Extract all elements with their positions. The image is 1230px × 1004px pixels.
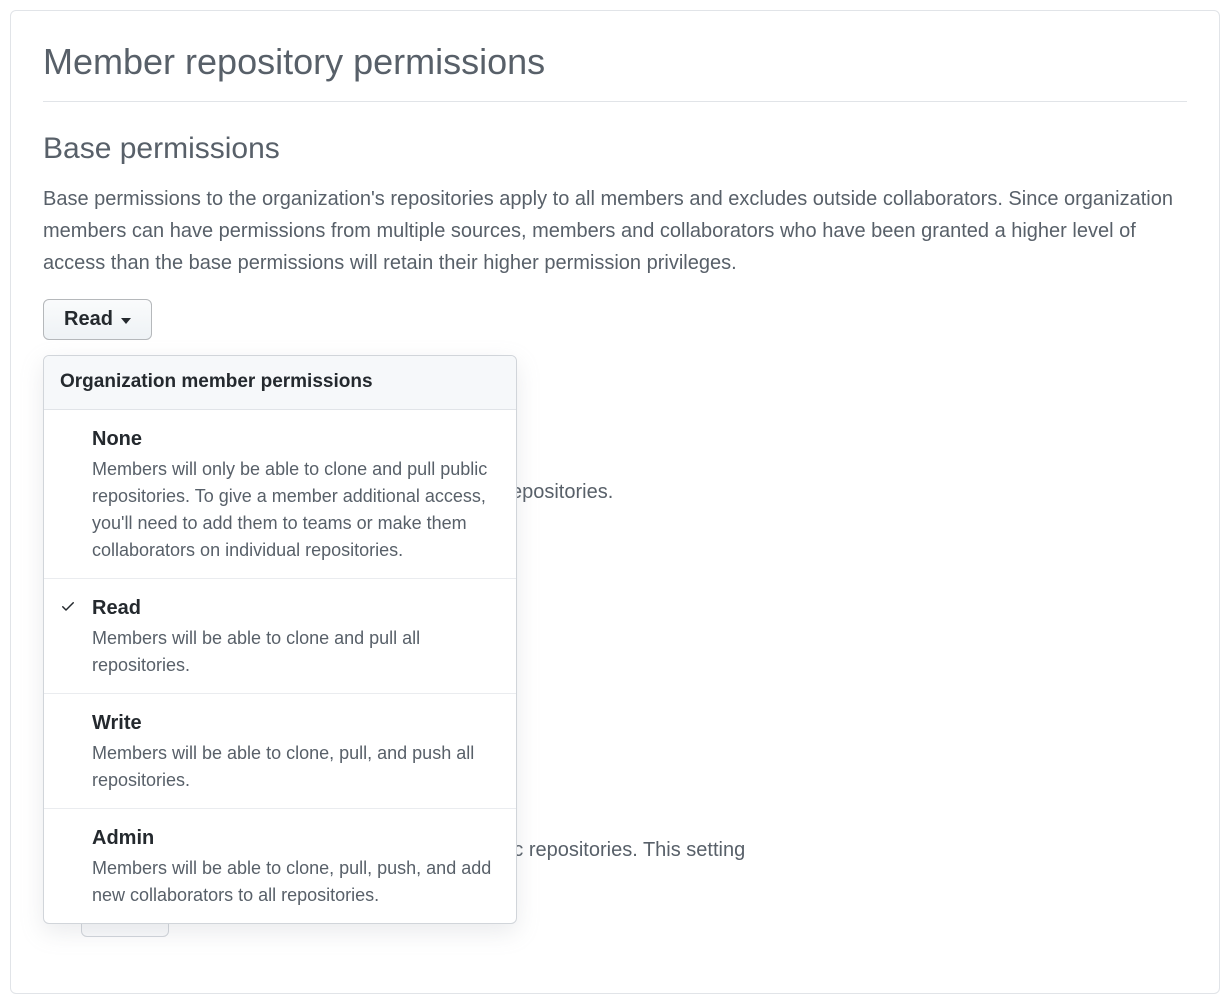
base-permissions-description: Base permissions to the organization's r… <box>43 183 1187 279</box>
permission-option-none[interactable]: None Members will only be able to clone … <box>44 410 516 579</box>
page-title: Member repository permissions <box>43 35 1187 102</box>
permission-option-read[interactable]: Read Members will be able to clone and p… <box>44 579 516 694</box>
permission-option-write[interactable]: Write Members will be able to clone, pul… <box>44 694 516 809</box>
settings-panel: Member repository permissions Base permi… <box>10 10 1220 994</box>
option-title: Read <box>92 593 500 623</box>
base-permissions-dropdown-wrapper: Read Organization member permissions Non… <box>43 299 1187 937</box>
option-description: Members will be able to clone, pull, and… <box>92 740 500 794</box>
permission-option-admin[interactable]: Admin Members will be able to clone, pul… <box>44 809 516 923</box>
option-description: Members will be able to clone, pull, pus… <box>92 855 500 909</box>
dropdown-header: Organization member permissions <box>44 356 516 410</box>
checkmark-icon <box>60 598 76 614</box>
caret-down-icon <box>121 318 131 324</box>
base-permissions-dropdown-button[interactable]: Read <box>43 299 152 340</box>
option-title: None <box>92 424 500 454</box>
option-description: Members will be able to clone and pull a… <box>92 625 500 679</box>
option-title: Admin <box>92 823 500 853</box>
dropdown-selected-label: Read <box>64 308 113 331</box>
base-permissions-dropdown-menu: Organization member permissions None Mem… <box>43 355 517 924</box>
option-title: Write <box>92 708 500 738</box>
option-description: Members will only be able to clone and p… <box>92 456 500 564</box>
base-permissions-heading: Base permissions <box>43 126 1187 171</box>
